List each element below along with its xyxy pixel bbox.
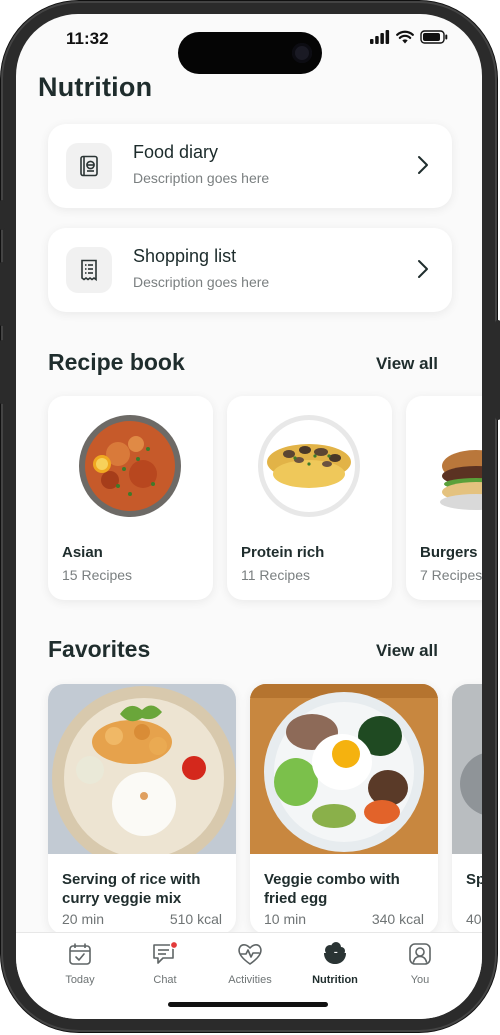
food-diary-title: Food diary — [133, 142, 219, 162]
recipe-category-card-protein-rich[interactable]: Protein rich 11 Recipes — [227, 396, 392, 600]
receipt-icon-box — [66, 247, 112, 293]
recipe-book-view-all-link[interactable]: View all — [376, 354, 438, 374]
recipe-category-count: 15 Recipes — [62, 567, 133, 583]
page-title: Nutrition — [38, 72, 153, 102]
tab-you[interactable]: You — [380, 941, 460, 986]
favorite-recipe-title: Sp Ve — [466, 871, 482, 888]
recipe-book-title: Recipe book — [48, 349, 185, 375]
tab-label: Nutrition — [312, 974, 358, 986]
diary-icon-box — [66, 143, 112, 189]
food-diary-card[interactable]: Food diary Description goes here — [48, 124, 452, 208]
tab-label: Activities — [228, 974, 272, 986]
diary-icon — [80, 155, 98, 177]
shopping-list-description: Description goes here — [133, 274, 270, 290]
favorite-recipe-kcal: 510 kcal — [169, 911, 222, 927]
favorite-recipe-title: Serving of rice with curry veggie mix — [62, 871, 201, 907]
recipe-category-name: Burgers — [420, 544, 478, 561]
favorite-recipe-time: 10 min — [264, 911, 307, 927]
battery-icon — [420, 30, 448, 44]
tab-label: You — [410, 974, 430, 986]
favorites-view-all-link[interactable]: View all — [376, 641, 438, 661]
bowl-icon — [324, 942, 346, 964]
asian-dish-image — [79, 415, 181, 517]
chevron-right-icon — [418, 260, 428, 278]
wifi-icon — [396, 30, 414, 44]
mute-switch — [0, 200, 5, 230]
favorite-recipe-card[interactable]: Veggie combo with fried egg 10 min 340 k… — [250, 684, 438, 934]
recipe-category-count: 11 Recipes — [241, 567, 311, 583]
tab-chat[interactable]: Chat — [125, 940, 205, 986]
rice-curry-image — [48, 684, 236, 854]
volume-down-button — [0, 340, 5, 404]
favorite-recipe-time: 20 min — [62, 911, 105, 927]
favorites-title: Favorites — [48, 636, 151, 662]
receipt-icon — [81, 259, 97, 282]
signal-icon — [370, 30, 390, 44]
recipe-category-card-burgers[interactable]: Burgers 7 Recipes — [406, 396, 482, 600]
tab-today[interactable]: Today — [40, 941, 120, 986]
screen: 11:32 Nutrition Food diary Description g… — [16, 14, 482, 1019]
recipe-category-name: Asian — [62, 544, 103, 561]
burger-image — [440, 450, 482, 510]
recipe-category-name: Protein rich — [241, 544, 325, 561]
favorite-recipe-time: 40 — [466, 911, 482, 927]
camera-icon — [292, 43, 312, 63]
recipe-category-count: 7 Recipes — [420, 567, 482, 583]
food-diary-description: Description goes here — [133, 170, 270, 186]
status-icons — [370, 30, 448, 44]
dynamic-island — [178, 32, 322, 74]
heart-pulse-icon — [238, 944, 262, 965]
chat-icon — [153, 940, 179, 964]
veggie-egg-image — [250, 684, 438, 854]
favorite-recipe-title: Veggie combo with fried egg — [264, 871, 400, 907]
favorite-recipe-image — [452, 684, 482, 854]
favorite-recipe-card[interactable]: Serving of rice with curry veggie mix 20… — [48, 684, 236, 934]
recipe-category-card-asian[interactable]: Asian 15 Recipes — [48, 396, 213, 600]
favorite-recipe-kcal: 340 kcal — [371, 911, 424, 927]
tab-nutrition[interactable]: Nutrition — [295, 941, 375, 986]
tab-label: Today — [65, 974, 95, 986]
status-time: 11:32 — [66, 29, 109, 48]
chevron-right-icon — [418, 156, 428, 174]
profile-icon — [409, 943, 431, 965]
tab-activities[interactable]: Activities — [210, 941, 290, 986]
favorite-recipe-card[interactable]: Sp Ve 40 — [452, 684, 482, 934]
volume-up-button — [0, 262, 5, 326]
protein-dish-image — [258, 415, 360, 517]
calendar-icon — [69, 943, 91, 965]
power-button — [495, 320, 500, 420]
tab-label: Chat — [153, 974, 177, 986]
shopping-list-title: Shopping list — [133, 246, 237, 266]
shopping-list-card[interactable]: Shopping list Description goes here — [48, 228, 452, 312]
home-indicator[interactable] — [168, 1002, 328, 1007]
